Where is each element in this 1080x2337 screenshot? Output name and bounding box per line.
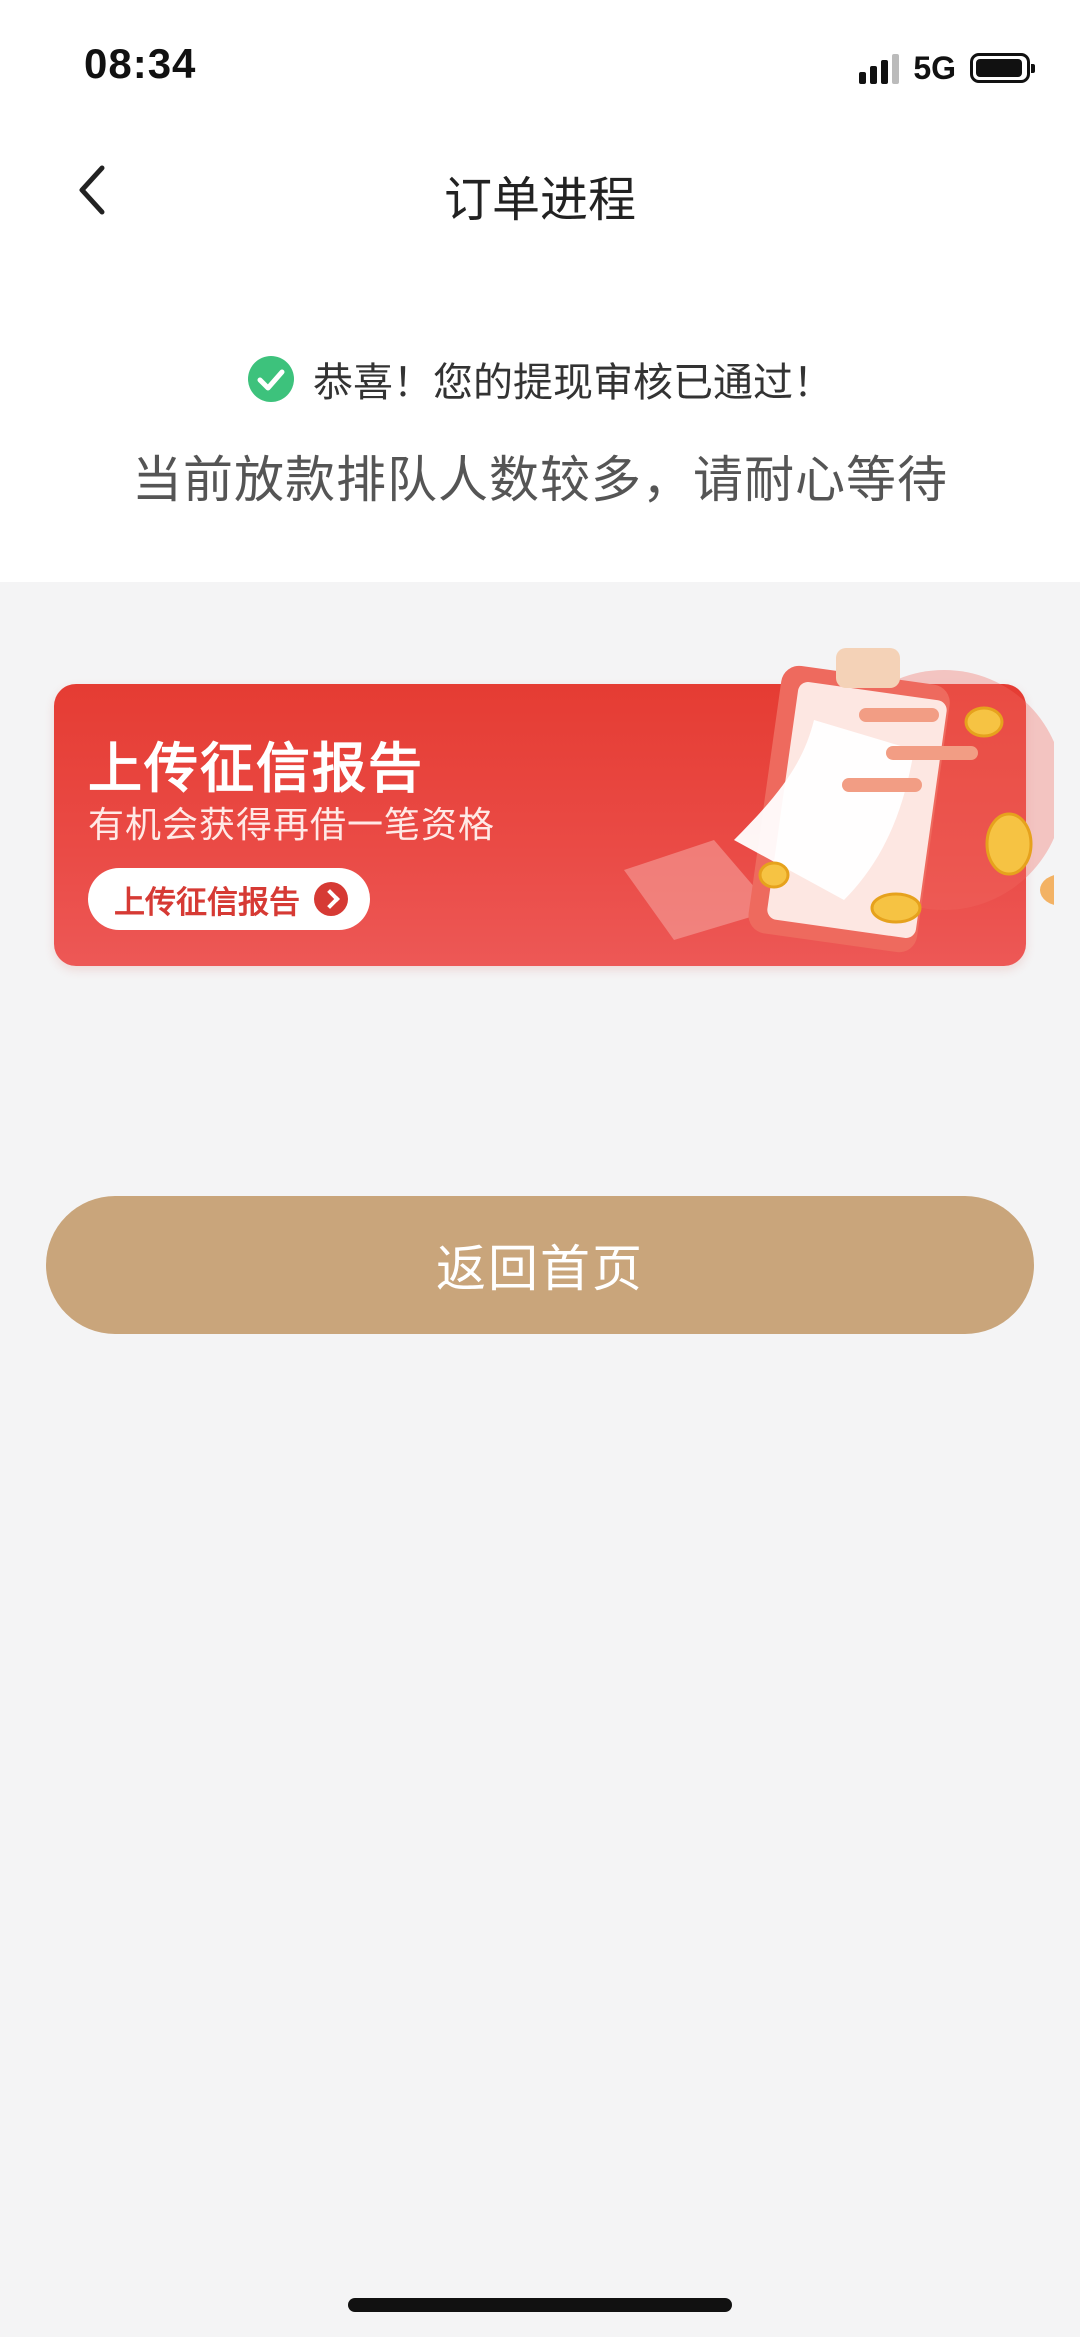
arrow-right-circle-icon	[314, 882, 348, 916]
banner-title: 上传征信报告	[88, 737, 424, 800]
status-icons: 5G	[859, 48, 1035, 88]
signal-icon	[859, 52, 900, 84]
return-home-button[interactable]: 返回首页	[46, 1196, 1034, 1334]
banner-subtitle: 有机会获得再借一笔资格	[88, 805, 496, 846]
queue-notice: 当前放款排队人数较多，请耐心等待	[132, 451, 948, 509]
home-indicator	[348, 2298, 732, 2312]
upload-report-label: 上传征信报告	[114, 884, 300, 921]
status-time: 08:34	[84, 40, 197, 87]
clipboard-coins-illustration	[624, 648, 1054, 953]
success-message: 恭喜！您的提现审核已通过！	[0, 350, 1080, 408]
page-title: 订单进程	[443, 172, 636, 228]
network-label: 5G	[913, 49, 956, 86]
check-circle-icon	[248, 356, 294, 402]
upload-report-button[interactable]: 上传征信报告	[88, 868, 370, 930]
battery-icon	[970, 53, 1035, 83]
credit-report-banner[interactable]: 上传征信报告 有机会获得再借一笔资格 上传征信报告	[54, 648, 1054, 966]
success-text: 恭喜！您的提现审核已通过！	[313, 360, 833, 406]
